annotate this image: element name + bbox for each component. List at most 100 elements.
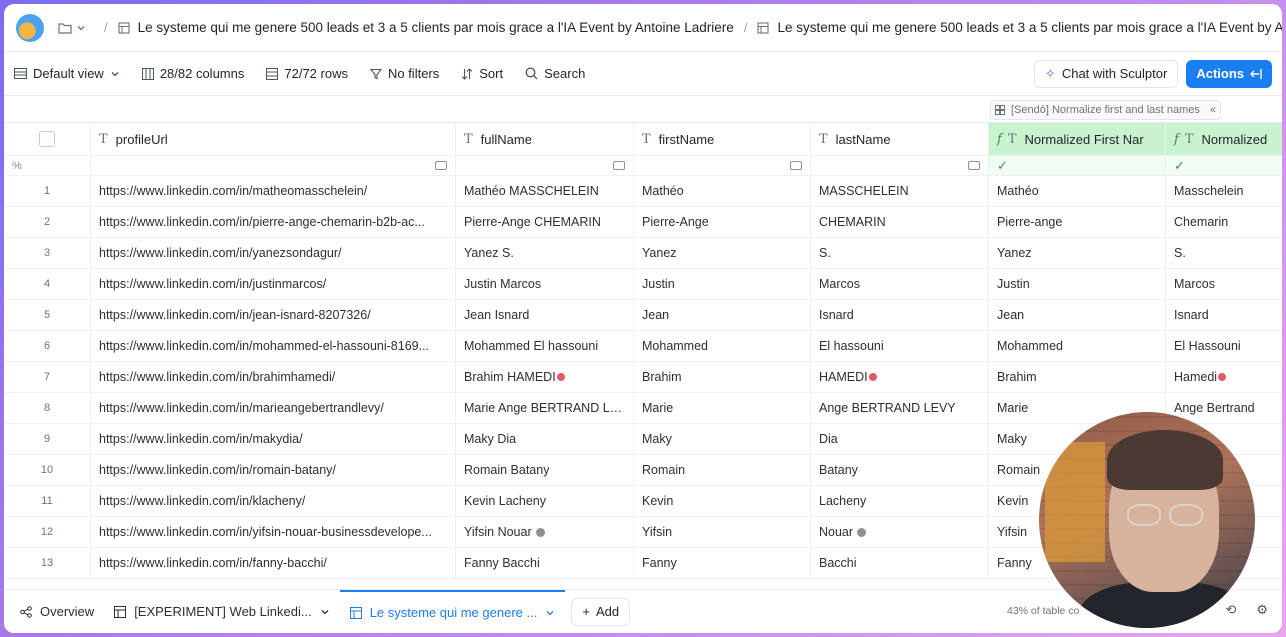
breadcrumb-item-event[interactable]: Le systeme qui me genere 500 leads et 3 … <box>118 20 734 35</box>
cell-firstname[interactable]: Justin <box>634 269 811 299</box>
cell-fullname[interactable]: Jean Isnard <box>456 300 634 330</box>
cell-firstname[interactable]: Jean <box>634 300 811 330</box>
columns-button[interactable]: 28/82 columns <box>141 66 244 81</box>
row-number[interactable]: 5 <box>4 300 91 330</box>
cell-fullname[interactable]: Pierre-Ange CHEMARIN <box>456 207 634 237</box>
cell-fullname[interactable]: Mathéo MASSCHELEIN <box>456 176 634 206</box>
search-button[interactable]: Search <box>525 66 585 81</box>
cell-normalized-first-name[interactable]: Jean <box>989 300 1166 330</box>
cell-lastname[interactable]: Batany <box>811 455 989 485</box>
actions-button[interactable]: Actions <box>1186 59 1272 88</box>
cell-firstname[interactable]: Marie <box>634 393 811 423</box>
cell-normalized-first-name[interactable]: Brahim <box>989 362 1166 392</box>
cell-normalized-first-name[interactable]: Yanez <box>989 238 1166 268</box>
chat-with-sculptor-button[interactable]: ✧ Chat with Sculptor <box>1033 59 1179 88</box>
cell-lastname[interactable]: Lacheny <box>811 486 989 516</box>
table-row[interactable]: 3 https://www.linkedin.com/in/yanezsondag… <box>4 238 1282 269</box>
formula-hint[interactable]: [Sendō] Normalize first and last names « <box>990 100 1222 120</box>
cell-lastname[interactable]: CHEMARIN <box>811 207 989 237</box>
cell-normalized-last-name[interactable]: Hamedi <box>1166 362 1282 392</box>
column-stat-cell[interactable] <box>456 156 634 175</box>
cell-profileurl[interactable]: https://www.linkedin.com/in/matheomassch… <box>91 176 456 206</box>
row-number[interactable]: 9 <box>4 424 91 454</box>
overview-tab[interactable]: Overview <box>10 590 104 634</box>
cell-normalized-first-name[interactable]: Justin <box>989 269 1166 299</box>
cell-normalized-last-name[interactable]: Isnard <box>1166 300 1282 330</box>
table-row[interactable]: 2 https://www.linkedin.com/in/pierre-ange… <box>4 207 1282 238</box>
row-number[interactable]: 2 <box>4 207 91 237</box>
cell-lastname[interactable]: Ange BERTRAND LEVY <box>811 393 989 423</box>
cell-lastname[interactable]: HAMEDI <box>811 362 989 392</box>
row-number[interactable]: 11 <box>4 486 91 516</box>
cell-lastname[interactable]: Marcos <box>811 269 989 299</box>
cell-profileurl[interactable]: https://www.linkedin.com/in/marieangeber… <box>91 393 456 423</box>
cell-fullname[interactable]: Maky Dia <box>456 424 634 454</box>
row-number[interactable]: 3 <box>4 238 91 268</box>
breadcrumb-item-current[interactable]: Le systeme qui me genere 500 leads et 3 … <box>757 20 1282 35</box>
cell-normalized-first-name[interactable]: Pierre-ange <box>989 207 1166 237</box>
row-number[interactable]: 10 <box>4 455 91 485</box>
cell-firstname[interactable]: Yanez <box>634 238 811 268</box>
cell-profileurl[interactable]: https://www.linkedin.com/in/makydia/ <box>91 424 456 454</box>
cell-normalized-last-name[interactable]: Masschelein <box>1166 176 1282 206</box>
cell-lastname[interactable]: El hassouni <box>811 331 989 361</box>
cell-normalized-first-name[interactable]: Mathéo <box>989 176 1166 206</box>
cell-lastname[interactable]: Bacchi <box>811 548 989 578</box>
cell-firstname[interactable]: Brahim <box>634 362 811 392</box>
cell-fullname[interactable]: Mohammed El hassouni <box>456 331 634 361</box>
cell-lastname[interactable]: MASSCHELEIN <box>811 176 989 206</box>
folder-menu[interactable] <box>58 22 86 34</box>
view-selector[interactable]: Default view <box>14 66 120 81</box>
cell-fullname[interactable]: Brahim HAMEDI <box>456 362 634 392</box>
column-header-normalized-first-name[interactable]: f T Normalized First Nar <box>989 123 1166 155</box>
column-header-fullname[interactable]: TfullName <box>456 123 634 155</box>
collapse-icon[interactable]: « <box>1210 104 1216 116</box>
add-sheet-button[interactable]: + Add <box>571 597 631 626</box>
cell-fullname[interactable]: Romain Batany <box>456 455 634 485</box>
cell-profileurl[interactable]: https://www.linkedin.com/in/fanny-bacchi… <box>91 548 456 578</box>
column-header-firstname[interactable]: TfirstName <box>634 123 811 155</box>
cell-normalized-first-name[interactable]: Mohammed <box>989 331 1166 361</box>
cell-firstname[interactable]: Mohammed <box>634 331 811 361</box>
cell-lastname[interactable]: Isnard <box>811 300 989 330</box>
row-number[interactable]: 4 <box>4 269 91 299</box>
cell-firstname[interactable]: Maky <box>634 424 811 454</box>
cell-profileurl[interactable]: https://www.linkedin.com/in/klacheny/ <box>91 486 456 516</box>
cell-lastname[interactable]: Nouar <box>811 517 989 547</box>
cell-profileurl[interactable]: https://www.linkedin.com/in/yifsin-nouar… <box>91 517 456 547</box>
table-row[interactable]: 5 https://www.linkedin.com/in/jean-isnard… <box>4 300 1282 331</box>
column-header-lastname[interactable]: TlastName <box>811 123 989 155</box>
sort-button[interactable]: Sort <box>461 66 503 81</box>
cell-profileurl[interactable]: https://www.linkedin.com/in/romain-batan… <box>91 455 456 485</box>
column-stat-cell[interactable] <box>634 156 811 175</box>
cell-firstname[interactable]: Fanny <box>634 548 811 578</box>
cell-fullname[interactable]: Justin Marcos <box>456 269 634 299</box>
row-number[interactable]: 6 <box>4 331 91 361</box>
table-row[interactable]: 7 https://www.linkedin.com/in/brahimhamed… <box>4 362 1282 393</box>
cell-fullname[interactable]: Yanez S. <box>456 238 634 268</box>
table-row[interactable]: 6 https://www.linkedin.com/in/mohammed-el… <box>4 331 1282 362</box>
column-header-normalized-last-name[interactable]: f T Normalized <box>1166 123 1282 155</box>
cell-firstname[interactable]: Mathéo <box>634 176 811 206</box>
row-number[interactable]: 7 <box>4 362 91 392</box>
app-logo[interactable] <box>16 13 44 42</box>
filter-button[interactable]: No filters <box>369 66 439 81</box>
row-number[interactable]: 13 <box>4 548 91 578</box>
column-stat-cell[interactable] <box>91 156 456 175</box>
sheet-tab-current[interactable]: Le systeme qui me genere ... <box>339 589 566 634</box>
cell-profileurl[interactable]: https://www.linkedin.com/in/pierre-ange-… <box>91 207 456 237</box>
column-header-profileurl[interactable]: TprofileUrl <box>91 123 456 155</box>
row-number[interactable]: 8 <box>4 393 91 423</box>
row-number[interactable]: 12 <box>4 517 91 547</box>
cell-profileurl[interactable]: https://www.linkedin.com/in/yanezsondagu… <box>91 238 456 268</box>
cell-normalized-last-name[interactable]: Chemarin <box>1166 207 1282 237</box>
cell-profileurl[interactable]: https://www.linkedin.com/in/jean-isnard-… <box>91 300 456 330</box>
cell-fullname[interactable]: Marie Ange BERTRAND LE... <box>456 393 634 423</box>
cell-normalized-last-name[interactable]: El Hassouni <box>1166 331 1282 361</box>
cell-profileurl[interactable]: https://www.linkedin.com/in/mohammed-el-… <box>91 331 456 361</box>
cell-fullname[interactable]: Kevin Lacheny <box>456 486 634 516</box>
select-all-checkbox[interactable] <box>39 131 55 147</box>
cell-lastname[interactable]: S. <box>811 238 989 268</box>
cell-firstname[interactable]: Pierre-Ange <box>634 207 811 237</box>
cell-firstname[interactable]: Kevin <box>634 486 811 516</box>
